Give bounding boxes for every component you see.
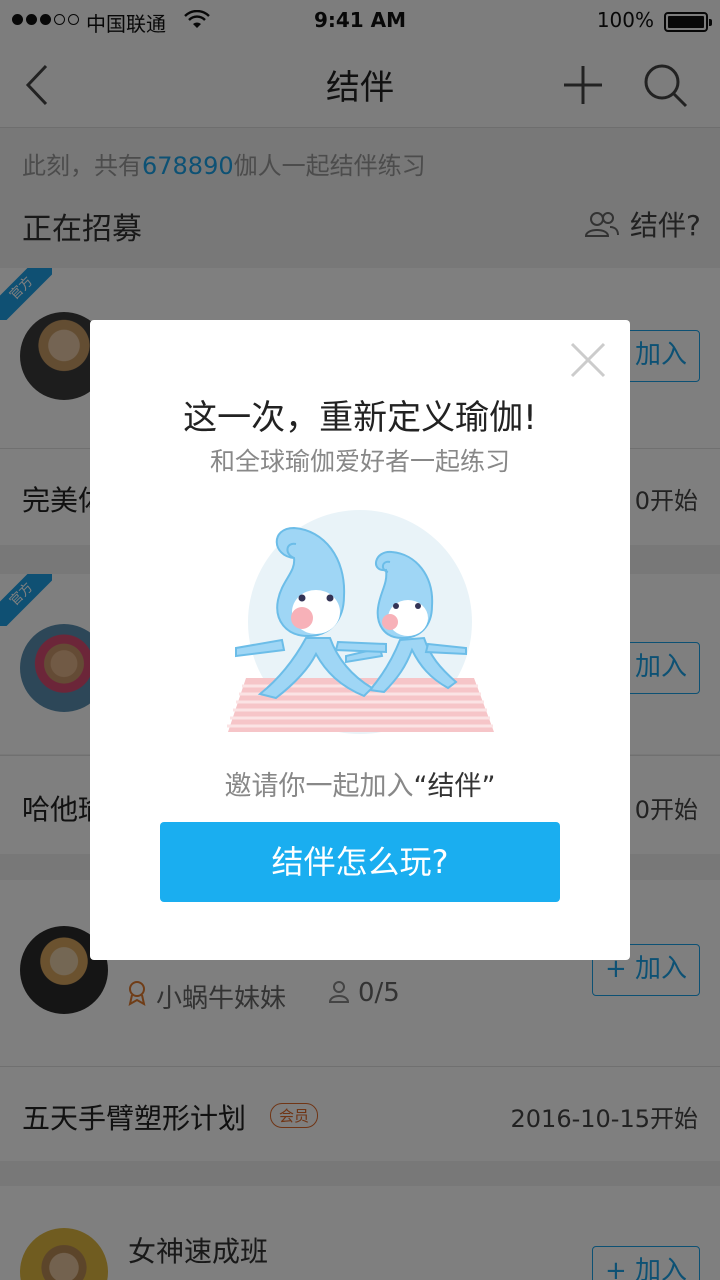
- yoga-mascot-illustration: [227, 510, 494, 734]
- close-icon[interactable]: [568, 340, 608, 380]
- intro-dialog: 这一次，重新定义瑜伽! 和全球瑜伽爱好者一起练习 邀请你一起加入“结伴” 结伴怎…: [90, 320, 630, 960]
- how-to-play-button[interactable]: 结伴怎么玩?: [160, 822, 560, 902]
- dialog-headline: 这一次，重新定义瑜伽!: [183, 398, 537, 438]
- invite-text: 邀请你一起加入“结伴”: [224, 771, 496, 802]
- dialog-subline: 和全球瑜伽爱好者一起练习: [209, 447, 510, 476]
